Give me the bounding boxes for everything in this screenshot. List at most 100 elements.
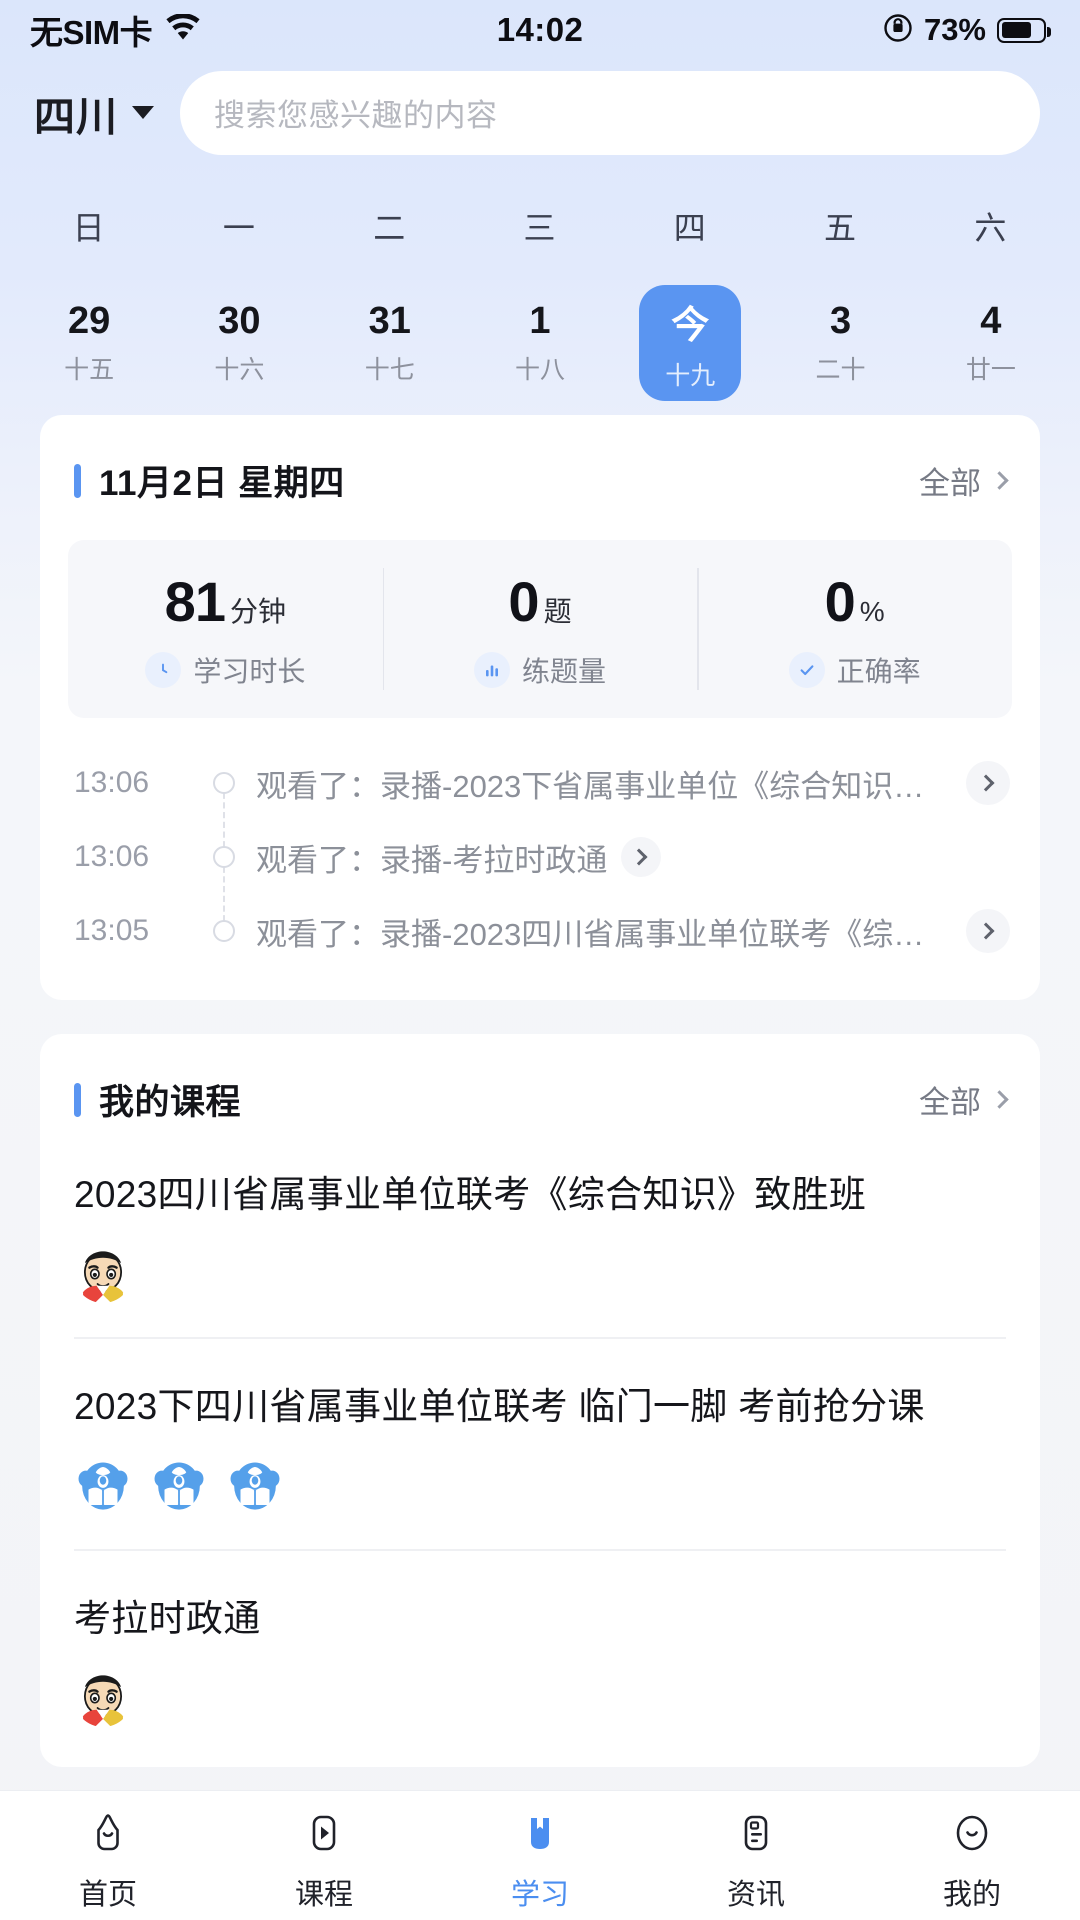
activity-timeline: 13:06 观看了：录播-2023下省属事业单位《综合知识》千题… 13:06 观看了…	[40, 718, 1040, 994]
timeline-marker	[192, 857, 256, 968]
chevron-right-icon	[990, 1090, 1009, 1109]
tab-资讯[interactable]: 资讯	[648, 1807, 864, 1913]
stat-number: 0	[508, 569, 539, 633]
calendar-day-number: 30	[218, 300, 261, 342]
timeline-text: 观看了：录播-2023下省属事业单位《综合知识》千题…	[256, 768, 952, 804]
timeline-open-chevron-icon[interactable]	[966, 761, 1010, 805]
profile-icon	[946, 1807, 998, 1859]
course-item[interactable]: 2023下四川省属事业单位联考 临门一脚 考前抢分课	[40, 1337, 1040, 1549]
calendar-weekday-0: 日	[14, 203, 164, 255]
stat-label: 练题量	[522, 655, 607, 687]
calendar-day-lunar: 十九	[665, 362, 716, 390]
koala-avatar	[226, 1457, 284, 1516]
calendar-day-cell-5[interactable]: 3 二十	[765, 255, 915, 401]
search-input[interactable]: 搜索您感兴趣的内容	[180, 70, 1040, 155]
calendar-day-cell-1[interactable]: 30 十六	[164, 255, 314, 401]
calendar-day[interactable]: 31 十七	[339, 285, 441, 401]
daily-summary-card: 11月2日 星期四 全部 81 分钟 学习时长 0 题练题量 0% 正确率 13:06 观看了…	[40, 415, 1040, 1000]
calendar-day-number: 4	[980, 300, 1002, 342]
calendar-day[interactable]: 30 十六	[188, 285, 290, 401]
stat-label-row: 练题量	[474, 650, 606, 690]
timeline-text: 观看了：录播-考拉时政通	[256, 842, 608, 878]
calendar-day-cell-2[interactable]: 31 十七	[315, 255, 465, 401]
calendar-weekday-label: 四	[673, 210, 707, 246]
location-label: 四川	[34, 93, 118, 140]
battery-icon	[997, 17, 1051, 43]
calendar-day-number: 3	[829, 300, 852, 342]
status-bar-right: 73%	[883, 12, 1051, 48]
stat-number: 0	[824, 569, 856, 633]
tab-label: 首页	[78, 1879, 137, 1911]
calendar-day-lunar: 二十	[815, 356, 866, 384]
course-avatar-group	[74, 1457, 1006, 1516]
calendar-day-cell-6[interactable]: 4 廿一	[916, 255, 1066, 401]
timeline-time: 13:06	[74, 840, 150, 873]
stat-label-row: 学习时长	[145, 650, 305, 690]
calendar-day-lunar: 廿一	[965, 356, 1016, 384]
stat-unit: 题	[543, 595, 572, 627]
calendar-weekday-label: 五	[824, 210, 858, 246]
timeline-row[interactable]: 13:05 观看了：录播-2023四川省属事业单位联考《综合知识…	[74, 857, 1010, 968]
main-content: 11月2日 星期四 全部 81 分钟 学习时长 0 题练题量 0% 正确率 13:06 观看了…	[0, 415, 1080, 1790]
courses-title: 我的课程	[99, 1083, 242, 1122]
calendar-weekday-2: 二	[315, 203, 465, 255]
timeline-row[interactable]: 13:06 观看了：录播-2023下省属事业单位《综合知识》千题…	[74, 746, 1010, 857]
status-bar: 无SIM卡 14:02 73%	[0, 0, 1080, 60]
stat-value-row: 81 分钟	[165, 569, 286, 634]
tab-首页[interactable]: 首页	[0, 1807, 216, 1913]
course-item[interactable]: 考拉时政通	[40, 1549, 1040, 1761]
calendar-day[interactable]: 29 十五	[38, 285, 140, 401]
calendar-weekday-label: 三	[523, 210, 557, 246]
calendar-strip: 日 一 二 三 四 五 六 29 十五 30 十六 31 十七 1 十八 今十九 3 二十 4 廿一	[0, 165, 1080, 415]
timeline-dot-icon	[213, 920, 235, 942]
location-selector[interactable]: 四川	[34, 83, 154, 143]
course-title: 2023四川省属事业单位联考《综合知识》致胜班	[74, 1174, 867, 1215]
calendar-day-cell-4[interactable]: 今十九	[615, 255, 765, 401]
timeline-open-chevron-icon[interactable]	[966, 909, 1010, 953]
timeline-text-wrap: 观看了：录播-考拉时政通	[256, 835, 1010, 880]
tab-label: 资讯	[726, 1879, 785, 1911]
home-icon	[82, 1807, 134, 1859]
accent-bar	[74, 1082, 81, 1117]
stat-number: 81	[164, 569, 226, 633]
courses-view-all-link[interactable]: 全部	[919, 1077, 1009, 1122]
calendar-weekday-1: 一	[164, 203, 314, 255]
calendar-day[interactable]: 3 二十	[790, 285, 892, 401]
course-item[interactable]: 2023四川省属事业单位联考《综合知识》致胜班	[40, 1125, 1040, 1337]
course-title: 考拉时政通	[74, 1598, 261, 1640]
timeline-row[interactable]: 13:06 观看了：录播-考拉时政通	[74, 783, 1010, 931]
stat-label: 正确率	[836, 655, 921, 687]
course-avatar-group	[74, 1669, 1006, 1728]
calendar-day[interactable]: 1 十八	[489, 285, 591, 401]
stat-unit: 分钟	[229, 595, 286, 627]
calendar-weekday-row: 日一二三四五六	[14, 203, 1066, 255]
tab-课程[interactable]: 课程	[216, 1807, 432, 1913]
timeline-text-wrap: 观看了：录播-2023下省属事业单位《综合知识》千题…	[256, 761, 952, 806]
timeline-open-chevron-icon[interactable]	[621, 837, 662, 877]
shinchan-avatar	[74, 1669, 132, 1728]
calendar-day-cell-3[interactable]: 1 十八	[465, 255, 615, 401]
shinchan-avatar	[74, 1245, 132, 1304]
calendar-day-cell-0[interactable]: 29 十五	[14, 255, 164, 401]
calendar-day[interactable]: 4 廿一	[940, 285, 1042, 401]
calendar-weekday-label: 二	[373, 210, 407, 246]
battery-percent-label: 73%	[923, 12, 986, 47]
bottom-tab-bar: 首页 课程 学习 资讯 我的	[0, 1790, 1080, 1920]
calendar-day-row: 29 十五 30 十六 31 十七 1 十八 今十九 3 二十 4 廿一	[14, 255, 1066, 401]
app-screen: 无SIM卡 14:02 73% 四川 搜索您感兴趣的内容 日 一 二 三 四 五 六 29 十…	[0, 0, 1080, 1920]
calendar-day-number: 1	[529, 300, 551, 342]
clock-icon	[145, 651, 182, 688]
search-placeholder: 搜索您感兴趣的内容	[214, 98, 498, 133]
stat-1: 0 题练题量	[382, 540, 698, 718]
tab-学习[interactable]: 学习	[432, 1807, 648, 1913]
tab-我的[interactable]: 我的	[864, 1807, 1080, 1913]
my-courses-card: 我的课程 全部 2023四川省属事业单位联考《综合知识》致胜班 2023下四川省属…	[40, 1034, 1040, 1768]
tab-label: 学习	[510, 1879, 569, 1911]
timeline-time: 13:05	[74, 914, 150, 947]
chevron-right-icon	[990, 471, 1009, 490]
calendar-day-number: 今	[671, 305, 710, 347]
calendar-weekday-3: 三	[465, 203, 615, 255]
daily-view-all-link[interactable]: 全部	[919, 458, 1009, 503]
calendar-day-today[interactable]: 今十九	[639, 285, 742, 401]
stats-row: 81 分钟 学习时长 0 题练题量 0% 正确率	[68, 540, 1012, 718]
